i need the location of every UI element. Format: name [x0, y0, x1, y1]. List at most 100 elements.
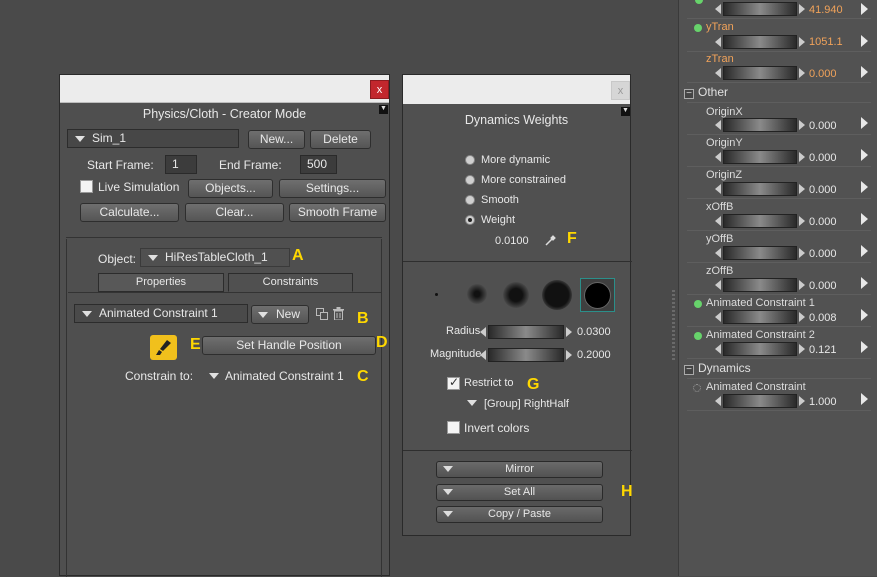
splitter-handle[interactable] — [672, 290, 675, 362]
inner-frame-left — [66, 239, 67, 577]
objects-button[interactable]: Objects... — [188, 179, 273, 198]
magnitude-slider[interactable] — [480, 348, 572, 362]
increment-arrow-icon[interactable] — [566, 350, 572, 360]
param-originy-slider[interactable] — [715, 150, 805, 164]
param-ytran-value[interactable]: 1051.1 — [809, 36, 843, 48]
mirror-button[interactable]: Mirror — [436, 461, 603, 478]
param-indicator-dot — [694, 300, 702, 308]
collapse-group-toggle[interactable]: − — [684, 365, 694, 375]
param-ztran-value[interactable]: 0.000 — [809, 68, 837, 80]
param-originx-value[interactable]: 0.000 — [809, 120, 837, 132]
restrict-to-value[interactable]: [Group] RightHalf — [484, 398, 569, 410]
param-xoffb-value[interactable]: 0.000 — [809, 216, 837, 228]
param-originz-name: OriginZ — [706, 169, 743, 181]
increment-arrow-icon[interactable] — [566, 327, 572, 337]
slider-track[interactable] — [488, 348, 564, 362]
decrement-arrow-icon[interactable] — [480, 327, 486, 337]
magnitude-value[interactable]: 0.2000 — [577, 349, 611, 361]
brush-size-1-icon[interactable] — [435, 293, 438, 296]
copy-paste-button[interactable]: Copy / Paste — [436, 506, 603, 523]
end-frame-field[interactable]: 500 — [300, 155, 337, 174]
trash-icon[interactable] — [333, 307, 344, 321]
play-arrow-icon[interactable] — [861, 3, 868, 15]
calculate-button[interactable]: Calculate... — [80, 203, 179, 222]
panel-titlebar[interactable]: x — [403, 75, 630, 104]
param-ac1-value[interactable]: 0.008 — [809, 312, 837, 324]
param-originz-value[interactable]: 0.000 — [809, 184, 837, 196]
param-top-slider[interactable] — [715, 2, 805, 16]
brush-size-5-selected[interactable] — [580, 278, 615, 312]
param-zoffb-value[interactable]: 0.000 — [809, 280, 837, 292]
delete-sim-button[interactable]: Delete — [310, 130, 371, 149]
play-arrow-icon[interactable] — [861, 181, 868, 193]
row-divider — [687, 326, 871, 327]
play-arrow-icon[interactable] — [861, 213, 868, 225]
play-arrow-icon[interactable] — [861, 35, 868, 47]
radio-more-constrained[interactable] — [465, 175, 475, 185]
param-originz-slider[interactable] — [715, 182, 805, 196]
set-handle-position-button[interactable]: Set Handle Position — [202, 336, 376, 355]
live-simulation-checkbox[interactable] — [80, 180, 93, 193]
radius-value[interactable]: 0.0300 — [577, 326, 611, 338]
radio-smooth[interactable] — [465, 195, 475, 205]
duplicate-icon[interactable] — [316, 308, 328, 320]
close-icon[interactable]: x — [370, 80, 389, 99]
chevron-down-icon — [258, 312, 268, 318]
play-arrow-icon[interactable] — [861, 66, 868, 78]
object-selector[interactable]: HiResTableCloth_1 — [140, 248, 290, 267]
play-arrow-icon[interactable] — [861, 393, 868, 405]
weight-value[interactable]: 0.0100 — [495, 235, 529, 247]
physics-cloth-panel: x ▼ Physics/Cloth - Creator Mode Sim_1 N… — [59, 74, 390, 577]
play-arrow-icon[interactable] — [861, 149, 868, 161]
play-arrow-icon[interactable] — [861, 309, 868, 321]
param-ac1-slider[interactable] — [715, 310, 805, 324]
invert-colors-checkbox[interactable] — [447, 421, 460, 434]
constraint-selector[interactable]: Animated Constraint 1 — [74, 304, 248, 323]
radio-weight[interactable] — [465, 215, 475, 225]
param-ac2-value[interactable]: 0.121 — [809, 344, 837, 356]
play-arrow-icon[interactable] — [861, 277, 868, 289]
radio-more-dynamic[interactable] — [465, 155, 475, 165]
brush-size-4-icon[interactable] — [542, 280, 572, 310]
slider-track[interactable] — [488, 325, 564, 339]
panel-titlebar[interactable]: x — [60, 75, 389, 103]
collapse-group-toggle[interactable]: − — [684, 89, 694, 99]
new-sim-button[interactable]: New... — [248, 130, 305, 149]
play-arrow-icon[interactable] — [861, 245, 868, 257]
param-originx-slider[interactable] — [715, 118, 805, 132]
set-all-button[interactable]: Set All — [436, 484, 603, 501]
new-constraint-button[interactable]: New — [251, 305, 309, 324]
brush-size-2-icon[interactable] — [467, 284, 487, 304]
param-ac-value[interactable]: 1.000 — [809, 396, 837, 408]
param-originy-value[interactable]: 0.000 — [809, 152, 837, 164]
sim-selector[interactable]: Sim_1 — [67, 129, 239, 148]
param-ac-slider[interactable] — [715, 394, 805, 408]
param-zoffb-slider[interactable] — [715, 278, 805, 292]
play-arrow-icon[interactable] — [861, 117, 868, 129]
brush-size-3-icon[interactable] — [503, 282, 529, 308]
clear-button[interactable]: Clear... — [185, 203, 284, 222]
smooth-frame-button[interactable]: Smooth Frame — [289, 203, 386, 222]
decrement-arrow-icon[interactable] — [480, 350, 486, 360]
paint-brush-tool-icon[interactable] — [150, 335, 177, 360]
chevron-down-icon[interactable] — [467, 400, 477, 406]
tab-properties[interactable]: Properties — [98, 273, 224, 292]
restrict-to-checkbox[interactable] — [447, 375, 460, 390]
param-ac2-slider[interactable] — [715, 342, 805, 356]
param-yoffb-slider[interactable] — [715, 246, 805, 260]
chevron-down-icon[interactable] — [209, 373, 219, 379]
callout-c: C — [357, 368, 369, 385]
param-yoffb-value[interactable]: 0.000 — [809, 248, 837, 260]
tab-constraints[interactable]: Constraints — [228, 273, 353, 292]
param-top-value[interactable]: 41.940 — [809, 4, 843, 16]
radius-slider[interactable] — [480, 325, 572, 339]
start-frame-field[interactable]: 1 — [165, 155, 197, 174]
eyedropper-icon[interactable] — [544, 235, 556, 247]
constrain-to-value[interactable]: Animated Constraint 1 — [225, 369, 344, 383]
close-icon[interactable]: x — [611, 81, 630, 100]
param-ytran-slider[interactable] — [715, 35, 805, 49]
play-arrow-icon[interactable] — [861, 341, 868, 353]
settings-button[interactable]: Settings... — [279, 179, 386, 198]
param-xoffb-slider[interactable] — [715, 214, 805, 228]
param-ztran-slider[interactable] — [715, 66, 805, 80]
